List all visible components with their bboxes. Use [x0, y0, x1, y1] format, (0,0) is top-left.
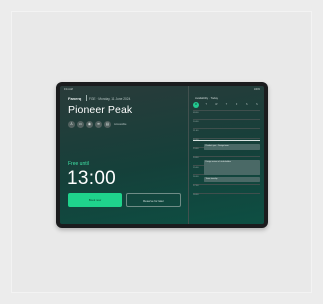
amenities-row: ♙ ▭ ◉ ≋ ▤ Accessible — [68, 121, 126, 128]
calendar-event[interactable]: Design review w/ stakeholders — [204, 160, 260, 176]
room-status-pane: 9:41 AM Fanerq FGE · Monday, 11 June 202… — [60, 86, 188, 224]
day-chip[interactable]: S — [254, 102, 260, 108]
calendar-event[interactable]: Team standup — [204, 176, 260, 182]
room-display-screen: 9:41 AM Fanerq FGE · Monday, 11 June 202… — [60, 86, 264, 224]
time-label: 18:00 — [193, 194, 199, 197]
room-name: Pioneer Peak — [68, 104, 133, 116]
time-label: 11:00 — [193, 129, 199, 132]
amenities-caption: Accessible — [114, 123, 127, 126]
day-chip[interactable]: W — [213, 102, 219, 108]
time-label: 13:00 — [193, 148, 199, 151]
book-now-button[interactable]: Book now — [68, 193, 122, 207]
time-label: 09:00 — [193, 111, 199, 114]
day-selector: MTWTFSS — [193, 102, 260, 108]
header-date: FGE · Monday, 11 June 2024 — [89, 96, 131, 101]
current-time-line — [193, 139, 260, 141]
board-icon: ▤ — [104, 121, 111, 128]
time-slot[interactable]: 10:00 — [193, 119, 260, 128]
day-chip[interactable]: T — [223, 102, 229, 108]
time-label: 17:00 — [193, 185, 199, 187]
time-slot[interactable]: 18:00 — [193, 192, 260, 202]
camera-icon: ◉ — [86, 121, 93, 128]
day-chip[interactable]: F — [234, 102, 240, 108]
tablet-device: 9:41 AM Fanerq FGE · Monday, 11 June 202… — [56, 82, 268, 228]
day-chip[interactable]: M — [193, 102, 199, 108]
wifi-icon: ≋ — [95, 121, 102, 128]
time-label: 14:00 — [193, 157, 199, 160]
day-chip[interactable]: T — [203, 102, 209, 108]
schedule-title: Availability · Today — [195, 96, 219, 100]
calendar-event[interactable]: Product sync · Design team — [204, 143, 260, 151]
reserve-later-button[interactable]: Reserve for later — [126, 193, 181, 207]
person-icon: ♙ — [68, 121, 75, 128]
time-label: 15:00 — [193, 166, 199, 169]
time-slot[interactable]: 09:00 — [193, 110, 260, 119]
screen-icon: ▭ — [77, 121, 84, 128]
schedule-pane: Availability · Today MTWTFSS 09:00 10:00 1… — [188, 86, 264, 224]
brand-logo: Fanerq — [68, 96, 82, 101]
status-bar-time: 9:41 AM — [64, 88, 73, 91]
time-label: 10:00 — [193, 120, 199, 123]
time-label: 16:00 — [193, 175, 199, 178]
free-until-time: 13:00 — [67, 168, 117, 189]
time-grid: 09:0010:0011:0012:0013:0014:0015:0016:00… — [193, 110, 260, 202]
day-chip[interactable]: S — [244, 102, 250, 108]
time-slot[interactable]: 17:00 — [193, 183, 260, 193]
free-until-label: Free until — [68, 161, 89, 167]
time-slot[interactable]: 11:00 — [193, 128, 260, 137]
header-divider — [86, 95, 87, 101]
